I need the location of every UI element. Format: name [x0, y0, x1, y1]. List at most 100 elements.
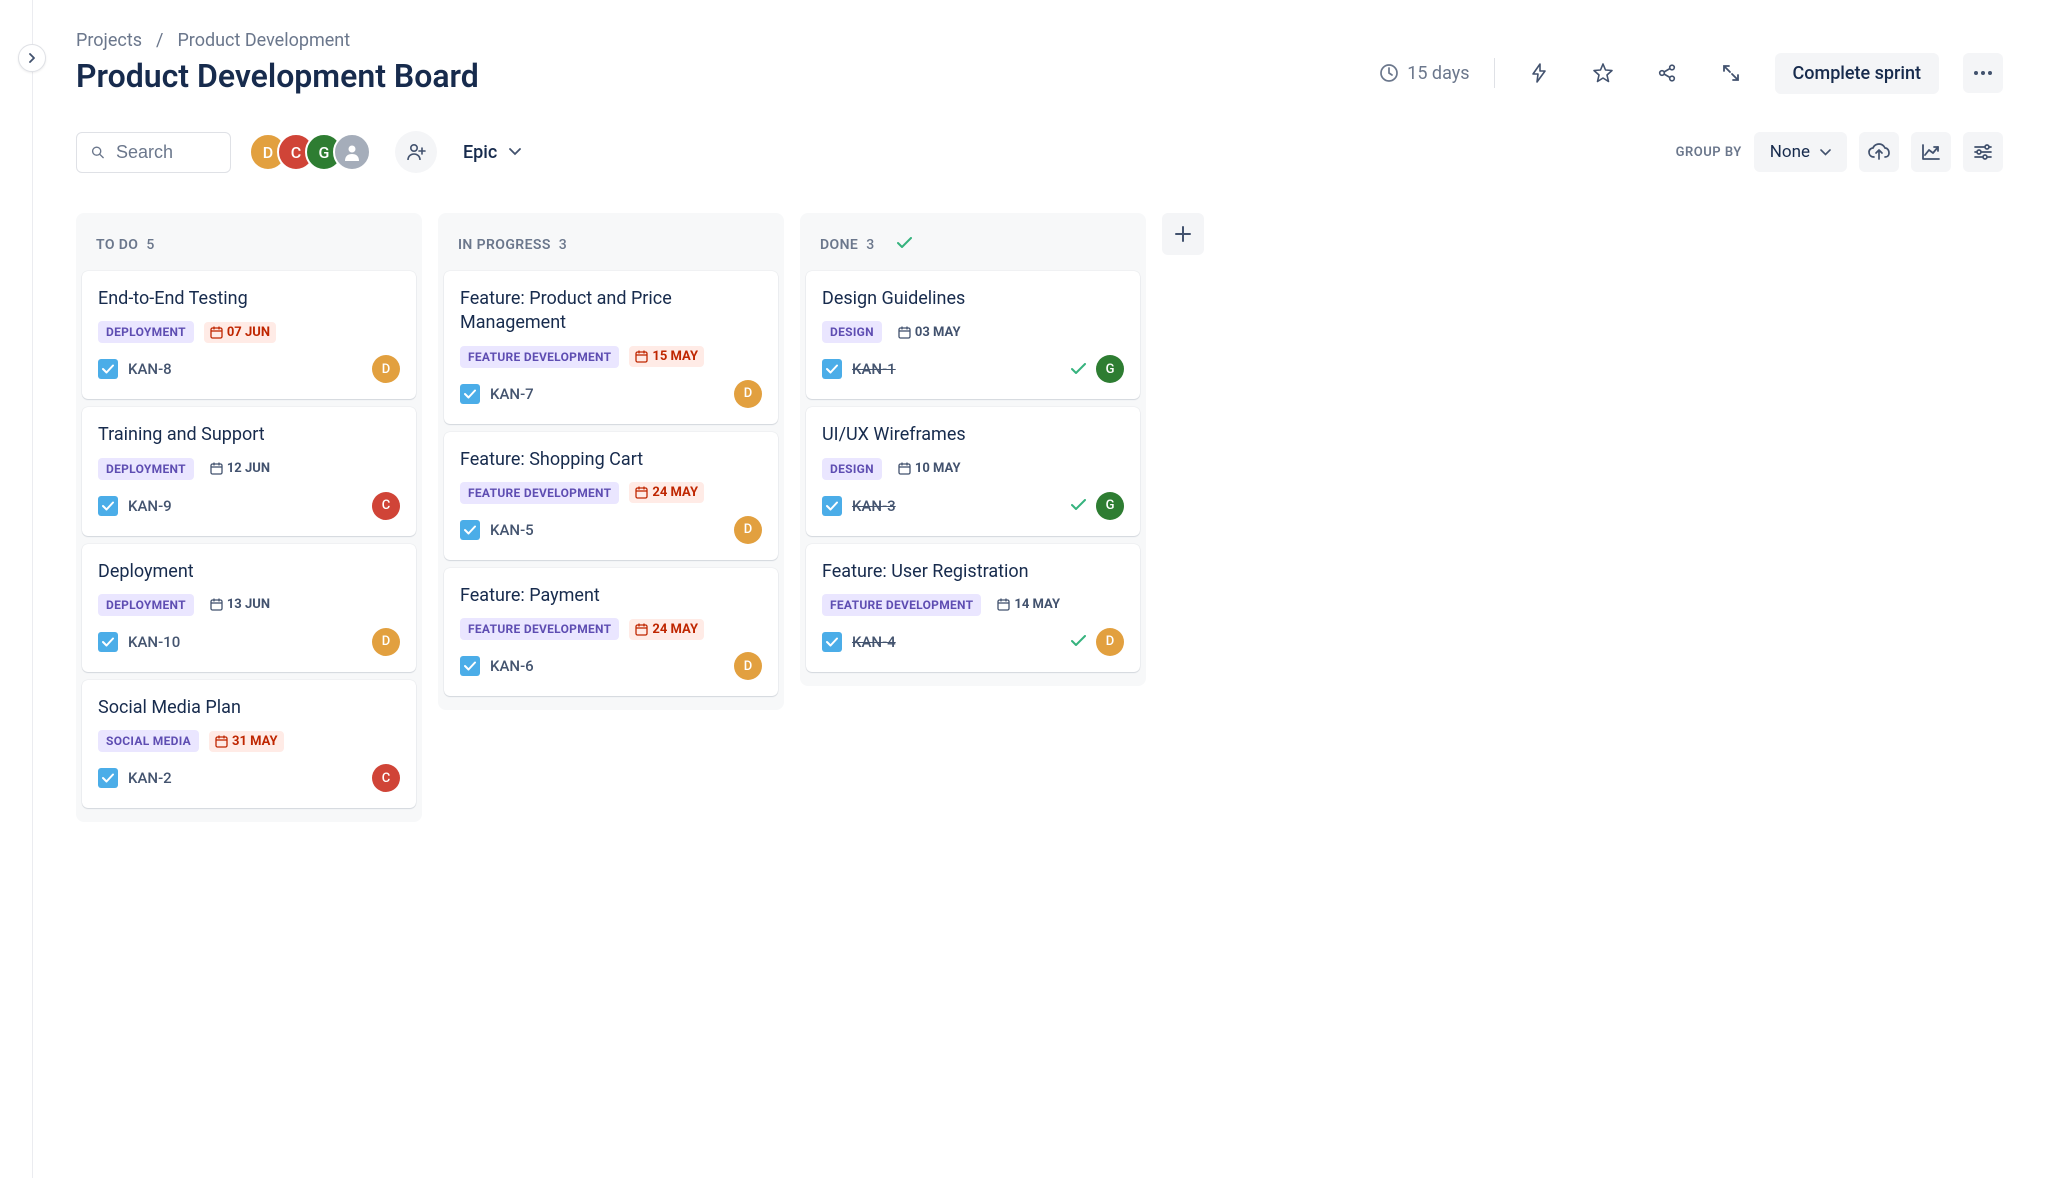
- fullscreen-button[interactable]: [1711, 53, 1751, 93]
- card-title: UI/UX Wireframes: [822, 423, 1124, 447]
- issue-card[interactable]: UI/UX WireframesDESIGN10 MAYKAN-3G: [806, 407, 1140, 535]
- card-tag[interactable]: SOCIAL MEDIA: [98, 730, 199, 752]
- issue-key[interactable]: KAN-9: [128, 497, 172, 515]
- view-settings-button[interactable]: [1963, 132, 2003, 172]
- issue-card[interactable]: End-to-End TestingDEPLOYMENT07 JUNKAN-8D: [82, 271, 416, 399]
- more-icon: [1974, 71, 1992, 75]
- board-column: IN PROGRESS 3Feature: Product and Price …: [438, 213, 784, 710]
- task-type-icon: [98, 496, 118, 516]
- assignee-avatar[interactable]: G: [1096, 355, 1124, 383]
- column-header[interactable]: TO DO 5: [82, 219, 416, 271]
- assignee-avatar[interactable]: D: [372, 355, 400, 383]
- automation-button[interactable]: [1519, 53, 1559, 93]
- card-due-date: 24 MAY: [629, 619, 704, 640]
- issue-key[interactable]: KAN-2: [128, 769, 172, 787]
- task-type-icon: [98, 768, 118, 788]
- breadcrumb-root[interactable]: Projects: [76, 30, 142, 51]
- share-icon: [1657, 63, 1677, 83]
- assignee-avatar[interactable]: D: [372, 628, 400, 656]
- complete-sprint-button[interactable]: Complete sprint: [1775, 53, 1939, 94]
- task-type-icon: [460, 656, 480, 676]
- assignee-avatar[interactable]: C: [372, 492, 400, 520]
- card-title: Design Guidelines: [822, 287, 1124, 311]
- add-column-button[interactable]: [1162, 213, 1204, 255]
- card-title: Social Media Plan: [98, 696, 400, 720]
- issue-card[interactable]: Feature: Product and Price ManagementFEA…: [444, 271, 778, 424]
- member-avatar[interactable]: [333, 133, 371, 171]
- card-tag[interactable]: FEATURE DEVELOPMENT: [460, 482, 619, 504]
- card-title: Feature: Payment: [460, 584, 762, 608]
- card-tag[interactable]: DESIGN: [822, 321, 882, 343]
- card-tag[interactable]: FEATURE DEVELOPMENT: [460, 346, 619, 368]
- issue-key[interactable]: KAN-10: [128, 633, 180, 651]
- member-avatars: DCG: [249, 133, 371, 171]
- share-button[interactable]: [1647, 53, 1687, 93]
- days-remaining: 15 days: [1379, 63, 1469, 84]
- board-column: DONE 3 Design Guidelines DESIGN 03 MAY KAN-1…: [800, 213, 1146, 686]
- card-tag[interactable]: DEPLOYMENT: [98, 321, 194, 343]
- column-name: DONE: [820, 237, 858, 253]
- issue-card[interactable]: Training and SupportDEPLOYMENT12 JUNKAN-…: [82, 407, 416, 535]
- issue-key[interactable]: KAN-8: [128, 360, 172, 378]
- fullscreen-icon: [1722, 64, 1740, 82]
- card-tag[interactable]: FEATURE DEVELOPMENT: [460, 618, 619, 640]
- task-type-icon: [822, 496, 842, 516]
- add-member-button[interactable]: [395, 131, 437, 173]
- column-header[interactable]: IN PROGRESS 3: [444, 219, 778, 271]
- issue-card[interactable]: Feature: User Registration FEATURE DEVELO…: [806, 544, 1140, 672]
- assignee-avatar[interactable]: C: [372, 764, 400, 792]
- cloud-upload-icon: [1867, 143, 1891, 161]
- bolt-icon: [1530, 63, 1548, 83]
- more-button[interactable]: [1963, 53, 2003, 93]
- page-title: Product Development Board: [76, 57, 479, 95]
- card-tag[interactable]: DESIGN: [822, 458, 882, 480]
- issue-card[interactable]: Feature: Shopping CartFEATURE DEVELOPMEN…: [444, 432, 778, 560]
- column-count: 3: [866, 237, 874, 253]
- insights-button[interactable]: [1911, 132, 1951, 172]
- search-input[interactable]: [114, 141, 216, 164]
- card-due-date: 31 MAY: [209, 731, 284, 752]
- task-type-icon: [822, 359, 842, 379]
- assignee-avatar[interactable]: D: [734, 380, 762, 408]
- issue-key[interactable]: KAN-7: [490, 385, 534, 403]
- card-title: Deployment: [98, 560, 400, 584]
- card-tag[interactable]: DEPLOYMENT: [98, 458, 194, 480]
- assignee-avatar[interactable]: D: [734, 652, 762, 680]
- clock-icon: [1379, 63, 1399, 83]
- assignee-avatar[interactable]: D: [734, 516, 762, 544]
- search-input-wrapper[interactable]: [76, 132, 231, 173]
- card-tag[interactable]: DEPLOYMENT: [98, 594, 194, 616]
- card-due-date: 03 MAY: [892, 322, 967, 343]
- sidebar-expand-button[interactable]: [18, 44, 46, 72]
- issue-card[interactable]: Design Guidelines DESIGN 03 MAY KAN-1 G: [806, 271, 1140, 399]
- import-button[interactable]: [1859, 132, 1899, 172]
- issue-key[interactable]: KAN-3: [852, 497, 896, 515]
- add-user-icon: [406, 143, 426, 161]
- card-title: Feature: User Registration: [822, 560, 1124, 584]
- issue-key[interactable]: KAN-5: [490, 521, 534, 539]
- issue-key[interactable]: KAN-1: [852, 360, 896, 378]
- card-due-date: 14 MAY: [991, 594, 1066, 615]
- issue-card[interactable]: Feature: Payment FEATURE DEVELOPMENT 24 MA…: [444, 568, 778, 696]
- assignee-avatar[interactable]: D: [1096, 628, 1124, 656]
- chevron-down-icon: [1820, 149, 1831, 156]
- star-button[interactable]: [1583, 53, 1623, 93]
- group-by-select[interactable]: None: [1754, 132, 1847, 172]
- task-type-icon: [98, 632, 118, 652]
- breadcrumb-project[interactable]: Product Development: [177, 30, 350, 51]
- task-type-icon: [98, 359, 118, 379]
- issue-card[interactable]: Social Media Plan SOCIAL MEDIA 31 MAY KAN-2…: [82, 680, 416, 808]
- search-icon: [91, 144, 104, 160]
- board-column: TO DO 5End-to-End TestingDEPLOYMENT07 JU…: [76, 213, 422, 822]
- card-tag[interactable]: FEATURE DEVELOPMENT: [822, 594, 981, 616]
- issue-card[interactable]: DeploymentDEPLOYMENT13 JUNKAN-10D: [82, 544, 416, 672]
- column-header[interactable]: DONE 3: [806, 219, 1140, 271]
- epic-filter[interactable]: Epic: [455, 138, 529, 167]
- completed-icon: [1071, 632, 1086, 651]
- issue-key[interactable]: KAN-6: [490, 657, 534, 675]
- plus-icon: [1174, 225, 1192, 243]
- card-title: End-to-End Testing: [98, 287, 400, 311]
- column-count: 5: [146, 237, 154, 253]
- issue-key[interactable]: KAN-4: [852, 633, 896, 651]
- assignee-avatar[interactable]: G: [1096, 492, 1124, 520]
